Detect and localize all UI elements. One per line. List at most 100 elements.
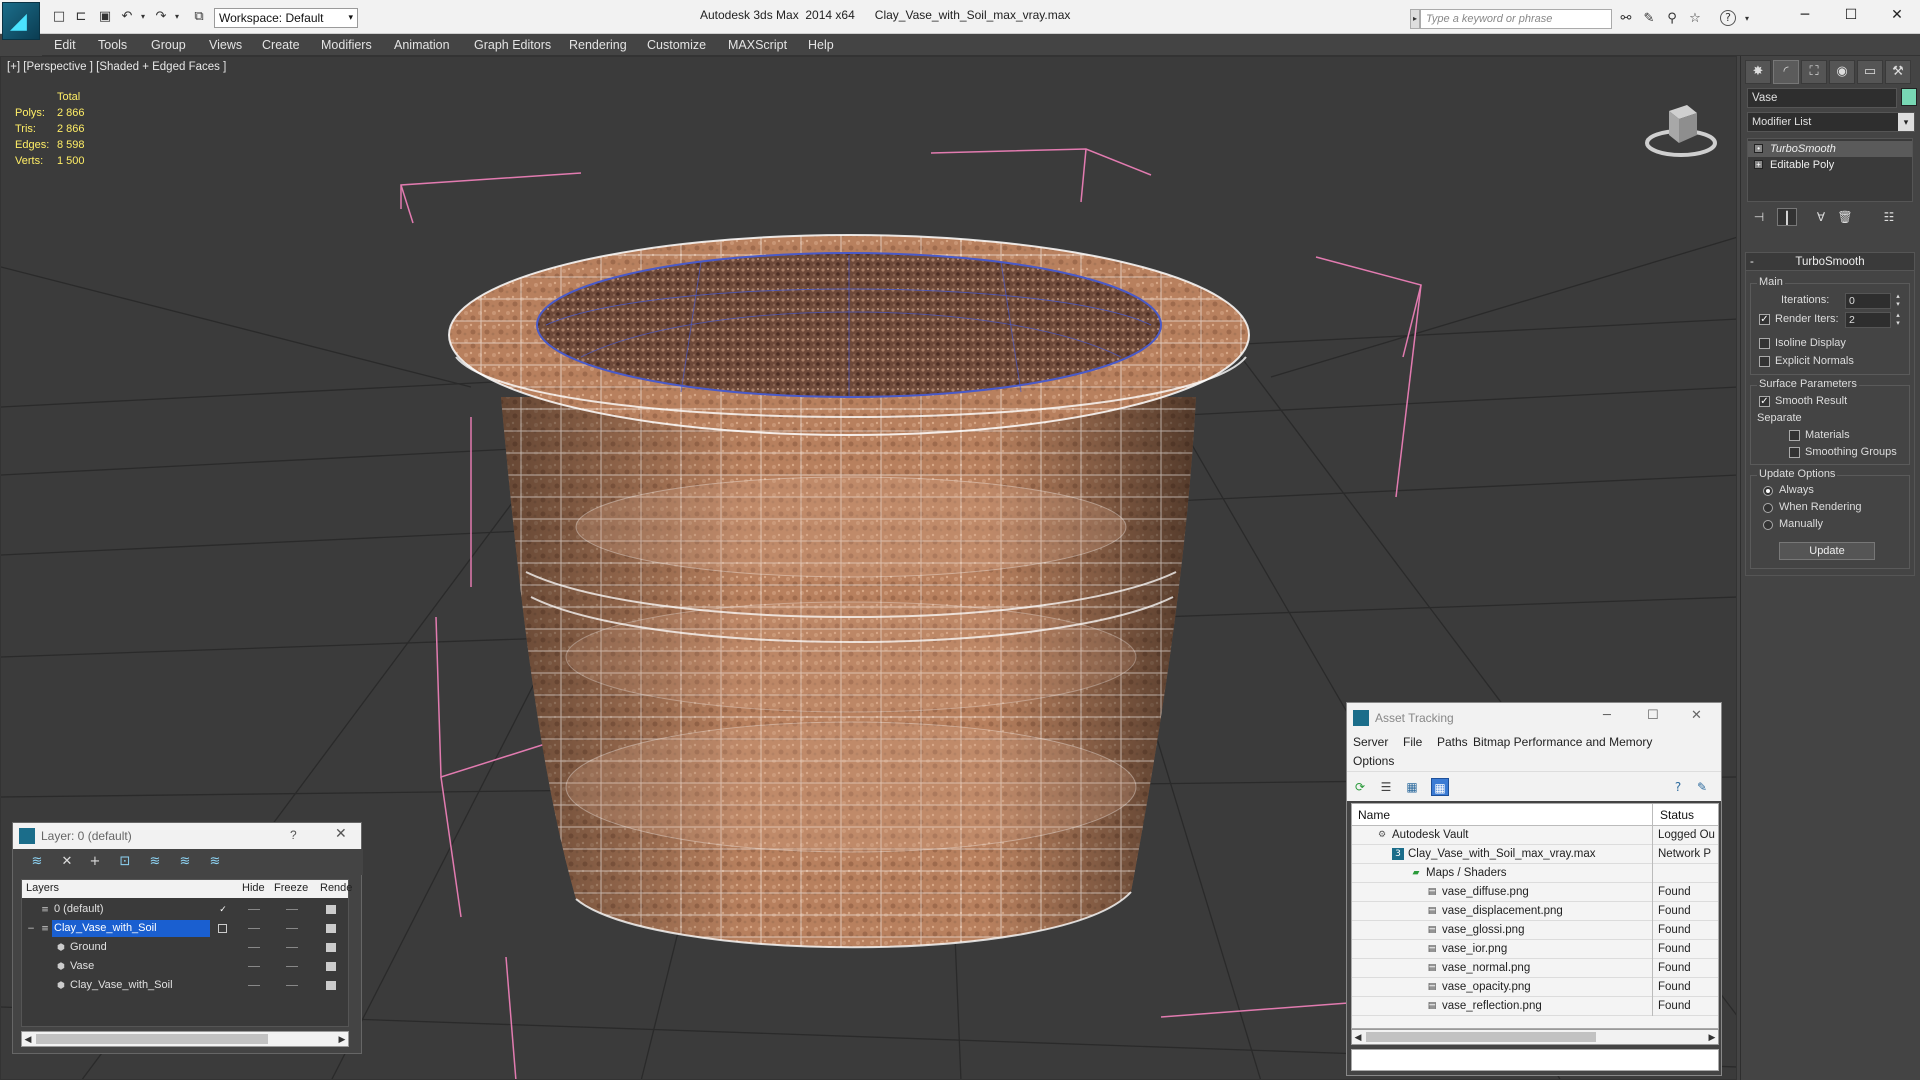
menu-customize[interactable]: Customize: [647, 34, 706, 56]
isoline-display-checkbox[interactable]: [1759, 338, 1770, 349]
lightbulb-icon[interactable]: •: [1754, 144, 1763, 153]
manually-radio[interactable]: [1763, 520, 1773, 530]
viewport-label[interactable]: [+] [Perspective ] [Shaded + Edged Faces…: [7, 61, 226, 73]
asset-row[interactable]: ⚙ Autodesk Vault Logged Ou: [1352, 826, 1718, 845]
utilities-tab-icon[interactable]: ⚒: [1885, 60, 1911, 84]
asset-row[interactable]: 3 Clay_Vase_with_Soil_max_vray.max Netwo…: [1352, 845, 1718, 864]
active-layer-check-icon[interactable]: ✓: [218, 905, 228, 915]
when-rendering-radio[interactable]: [1763, 503, 1773, 513]
pin-stack-icon[interactable]: ⊣: [1749, 208, 1769, 226]
stack-item-turbosmooth[interactable]: • TurboSmooth: [1748, 141, 1912, 157]
asset-row[interactable]: ▤ vase_diffuse.png Found: [1352, 883, 1718, 902]
column-name[interactable]: Name: [1358, 808, 1390, 822]
render-toggle-icon[interactable]: [326, 943, 336, 952]
subscription-icon[interactable]: ✎: [1640, 10, 1658, 28]
maximize-button[interactable]: ☐: [1828, 0, 1874, 32]
layer-row[interactable]: ≡ 0 (default) ✓: [22, 900, 348, 919]
menu-edit[interactable]: Edit: [54, 34, 76, 56]
scroll-right-icon[interactable]: ▶: [336, 1032, 348, 1046]
render-iters-checkbox[interactable]: ✓: [1759, 314, 1770, 325]
modifier-list-dropdown[interactable]: Modifier List ▾: [1747, 112, 1915, 132]
asset-row[interactable]: ▤ vase_reflection.png Found: [1352, 997, 1718, 1016]
hide-toggle[interactable]: [248, 909, 260, 910]
layer-titlebar[interactable]: Layer: 0 (default) ? ✕: [13, 823, 361, 849]
layer-name[interactable]: 0 (default): [52, 901, 110, 918]
favorites-star-icon[interactable]: ☆: [1686, 10, 1704, 28]
update-button[interactable]: Update: [1779, 542, 1875, 560]
search-expand-icon[interactable]: ▸: [1410, 9, 1420, 29]
column-render[interactable]: Rende: [320, 882, 352, 894]
layer-row[interactable]: ⬢ Ground: [22, 938, 348, 957]
viewcube-icon[interactable]: [1641, 87, 1721, 167]
hide-all-icon[interactable]: ≋: [175, 853, 195, 871]
asset-row[interactable]: ▤ vase_ior.png Found: [1352, 940, 1718, 959]
thumbnail-view-icon[interactable]: ▦: [1403, 778, 1421, 796]
asset-row[interactable]: ▤ vase_opacity.png Found: [1352, 978, 1718, 997]
freeze-toggle[interactable]: [286, 928, 298, 929]
layer-row[interactable]: − ≡ Clay_Vase_with_Soil: [22, 919, 348, 938]
workspace-dropdown[interactable]: Workspace: Default ▾: [214, 8, 358, 28]
close-icon[interactable]: ✕: [335, 826, 347, 842]
iterations-spinner[interactable]: 0: [1845, 293, 1891, 309]
redo-dropdown-icon[interactable]: ▾: [168, 9, 186, 25]
save-file-icon[interactable]: ▣: [96, 9, 114, 25]
smoothing-groups-checkbox[interactable]: [1789, 447, 1800, 458]
delete-layer-icon[interactable]: ✕: [57, 853, 77, 871]
expand-icon[interactable]: −: [26, 924, 36, 934]
make-active-layer-box[interactable]: [218, 924, 227, 933]
spinner-arrows-icon[interactable]: ▴ ▾: [1893, 293, 1903, 309]
hierarchy-tab-icon[interactable]: ⛶: [1801, 60, 1827, 84]
table-view-icon[interactable]: ▦: [1431, 778, 1449, 796]
hide-toggle[interactable]: [248, 985, 260, 986]
column-status[interactable]: Status: [1660, 808, 1694, 822]
render-toggle-icon[interactable]: [326, 981, 336, 990]
help-dropdown-icon[interactable]: ▾: [1738, 10, 1756, 28]
scroll-thumb[interactable]: [1366, 1032, 1596, 1042]
make-unique-icon[interactable]: ∀: [1811, 208, 1831, 226]
add-to-layer-icon[interactable]: +: [85, 853, 105, 871]
help-icon[interactable]: ?: [290, 828, 297, 842]
rollout-header[interactable]: - TurboSmooth: [1746, 253, 1914, 271]
hide-toggle[interactable]: [248, 966, 260, 967]
freeze-toggle[interactable]: [286, 947, 298, 948]
asset-row[interactable]: ▤ vase_glossi.png Found: [1352, 921, 1718, 940]
asset-row[interactable]: ▤ vase_displacement.png Found: [1352, 902, 1718, 921]
settings-icon[interactable]: ✎: [1693, 778, 1711, 796]
asset-horizontal-scrollbar[interactable]: ◀ ▶: [1351, 1029, 1719, 1045]
new-file-icon[interactable]: □: [50, 9, 68, 25]
smooth-result-checkbox[interactable]: ✓: [1759, 396, 1770, 407]
create-layer-icon[interactable]: ≋: [27, 853, 47, 871]
render-toggle-icon[interactable]: [326, 905, 336, 914]
scroll-right-icon[interactable]: ▶: [1706, 1030, 1718, 1044]
freeze-toggle[interactable]: [286, 985, 298, 986]
menu-animation[interactable]: Animation: [394, 34, 450, 56]
minimize-button[interactable]: ─: [1782, 0, 1828, 32]
menu-rendering[interactable]: Rendering: [569, 34, 627, 56]
scroll-thumb[interactable]: [36, 1034, 268, 1044]
menu-help[interactable]: Help: [808, 34, 834, 56]
object-name[interactable]: Vase: [68, 958, 100, 975]
create-tab-icon[interactable]: ✸: [1745, 60, 1771, 84]
layer-horizontal-scrollbar[interactable]: ◀ ▶: [21, 1031, 349, 1047]
stack-item-editable-poly[interactable]: + Editable Poly: [1748, 157, 1912, 173]
spinner-arrows-icon[interactable]: ▴ ▾: [1893, 312, 1903, 328]
menu-paths[interactable]: Paths: [1437, 735, 1468, 749]
explicit-normals-checkbox[interactable]: [1759, 356, 1770, 367]
maximize-icon[interactable]: ☐: [1647, 708, 1659, 723]
asset-titlebar[interactable]: Asset Tracking ─ ☐ ✕: [1347, 703, 1721, 733]
menu-file[interactable]: File: [1403, 735, 1422, 749]
column-hide[interactable]: Hide: [242, 882, 265, 894]
freeze-toggle[interactable]: [286, 909, 298, 910]
object-color-swatch[interactable]: [1901, 88, 1917, 106]
menu-group[interactable]: Group: [151, 34, 186, 56]
object-name-field[interactable]: Vase: [1747, 88, 1897, 108]
expand-plus-icon[interactable]: +: [1754, 160, 1763, 169]
select-objects-icon[interactable]: ⊡: [115, 853, 135, 871]
undo-dropdown-icon[interactable]: ▾: [134, 9, 152, 25]
app-menu-button[interactable]: ◢: [2, 2, 40, 40]
asset-row[interactable]: ▰ Maps / Shaders: [1352, 864, 1718, 883]
freeze-toggle[interactable]: [286, 966, 298, 967]
render-toggle-icon[interactable]: [326, 924, 336, 933]
object-name[interactable]: Ground: [68, 939, 113, 956]
motion-tab-icon[interactable]: ◉: [1829, 60, 1855, 84]
